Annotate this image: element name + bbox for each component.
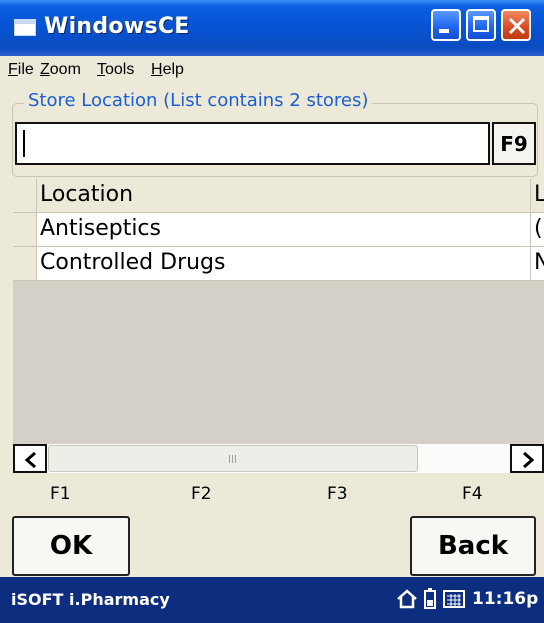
battery-icon[interactable]	[424, 588, 436, 610]
f9-lookup-button[interactable]: F9	[492, 122, 536, 165]
scroll-right-button[interactable]	[510, 444, 544, 473]
taskbar: iSOFT i.Pharmacy 11:16p	[0, 577, 544, 623]
fkey-label-f4: F4	[462, 484, 483, 504]
scroll-left-button[interactable]	[13, 444, 47, 473]
clock[interactable]: 11:16p	[472, 589, 538, 609]
maximize-button[interactable]	[466, 9, 496, 41]
location-cell[interactable]: Controlled Drugs	[37, 247, 531, 281]
close-button[interactable]	[501, 9, 531, 41]
window-title: WindowsCE	[44, 14, 190, 39]
menu-help[interactable]: Help	[151, 61, 184, 79]
store-search-input[interactable]	[15, 122, 490, 165]
row-header[interactable]	[13, 213, 37, 247]
keyboard-icon[interactable]	[443, 588, 465, 610]
chevron-right-icon	[523, 451, 535, 469]
fkey-label-f3: F3	[327, 484, 348, 504]
grid-header-row: Location L	[13, 179, 544, 213]
grip-icon	[229, 455, 238, 463]
text-caret	[23, 130, 25, 157]
taskbar-app-name[interactable]: iSOFT i.Pharmacy	[11, 590, 170, 609]
ok-button[interactable]: OK	[12, 516, 130, 576]
fkey-label-f2: F2	[191, 484, 212, 504]
fkey-label-f1: F1	[50, 484, 71, 504]
home-icon[interactable]	[396, 588, 418, 610]
row-header[interactable]	[13, 247, 37, 281]
column-header-location[interactable]: Location	[37, 179, 531, 213]
second-cell[interactable]: N	[531, 247, 544, 281]
title-bar: WindowsCE	[0, 0, 544, 56]
table-row[interactable]: Controlled Drugs N	[13, 247, 544, 281]
table-row[interactable]: Antiseptics (	[13, 213, 544, 247]
store-location-label: Store Location (List contains 2 stores)	[24, 90, 373, 111]
second-cell[interactable]: (	[531, 213, 544, 247]
chevron-left-icon	[24, 451, 36, 469]
column-header-second[interactable]: L	[531, 179, 544, 213]
menu-file[interactable]: File	[8, 61, 34, 79]
menu-tools[interactable]: Tools	[97, 61, 134, 79]
horizontal-scrollbar[interactable]	[13, 443, 544, 473]
minimize-button[interactable]	[431, 9, 461, 41]
window-icon	[14, 19, 36, 36]
scroll-thumb[interactable]	[48, 445, 418, 472]
location-grid[interactable]: Location L Antiseptics ( Controlled Drug…	[13, 179, 544, 443]
grid-corner	[13, 179, 37, 213]
back-button[interactable]: Back	[410, 516, 536, 576]
close-icon	[508, 17, 526, 35]
location-cell[interactable]: Antiseptics	[37, 213, 531, 247]
menu-zoom[interactable]: Zoom	[40, 61, 81, 79]
menu-bar: File Zoom Tools Help	[0, 56, 544, 86]
